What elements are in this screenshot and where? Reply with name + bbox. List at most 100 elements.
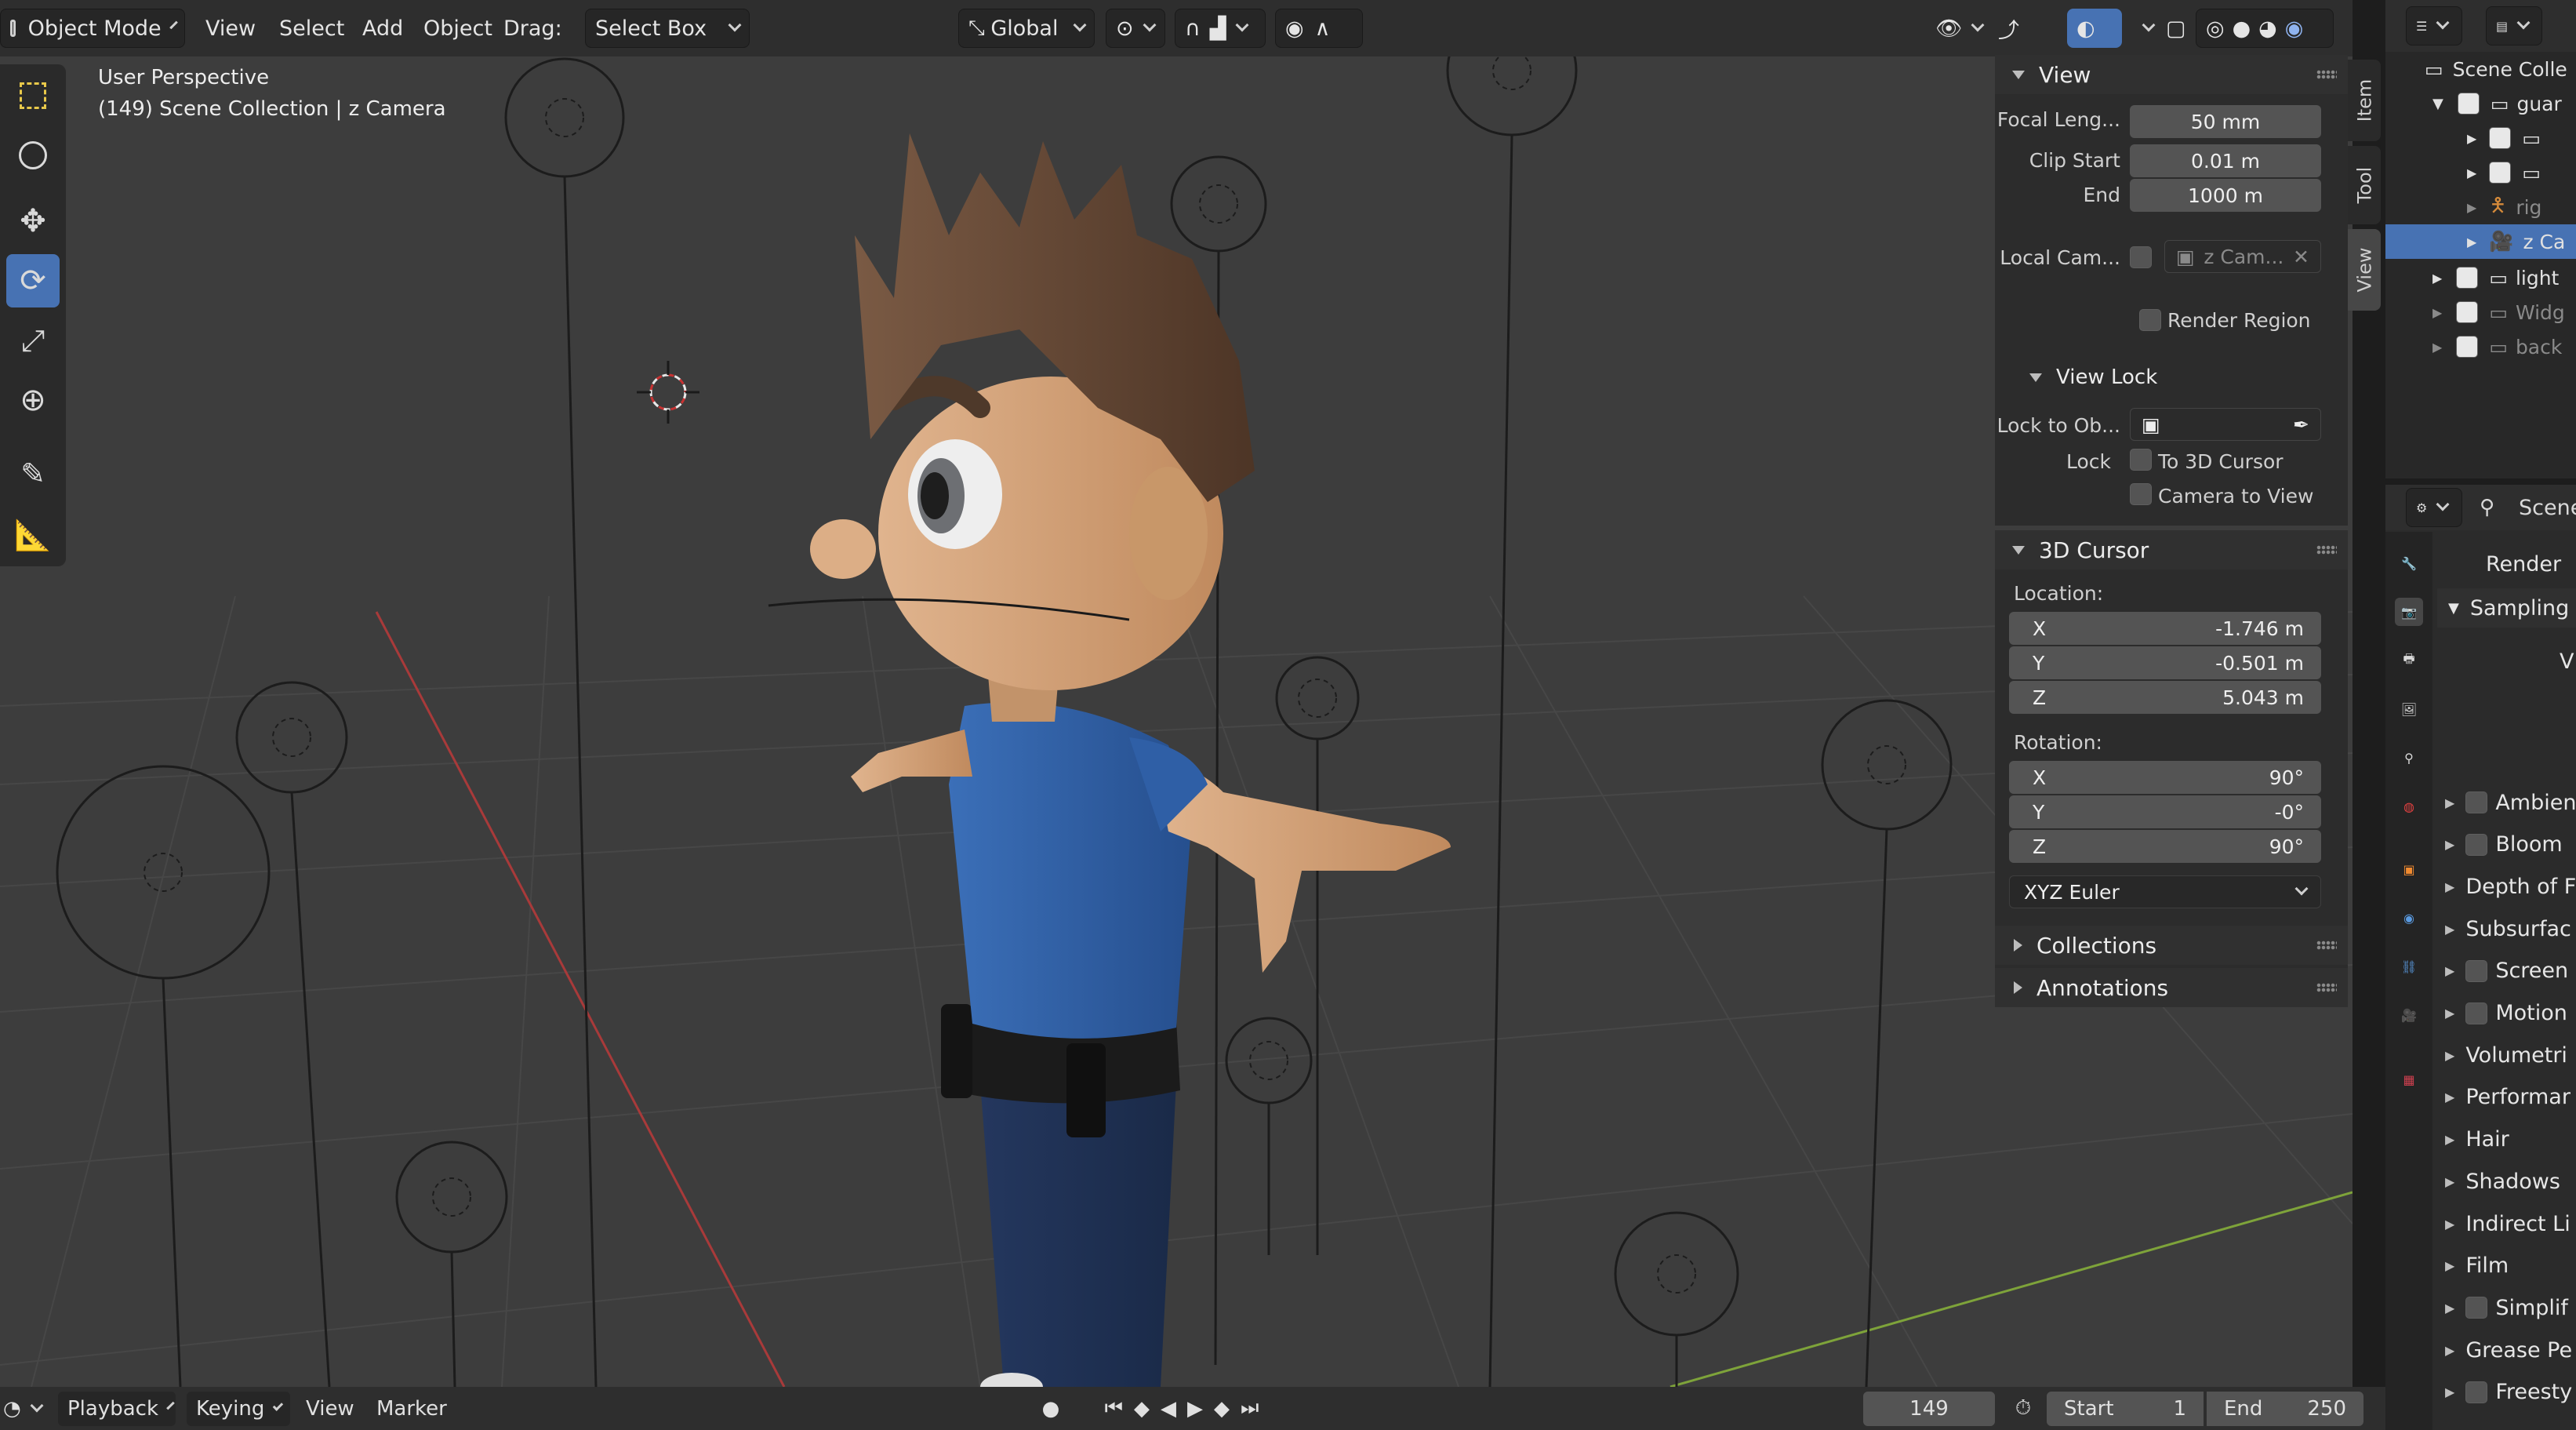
texture-tab[interactable]: ▦ <box>2395 1065 2423 1093</box>
view-lock-header[interactable]: View Lock <box>1995 358 2348 397</box>
local-camera-field[interactable]: ▣ z Cam... ✕ <box>2164 240 2321 273</box>
properties-panel-row[interactable]: ▶ Performar <box>2437 1078 2571 1117</box>
stopwatch-icon[interactable]: ⏱ <box>2007 1392 2039 1426</box>
tab-tool[interactable]: Tool <box>2348 146 2381 224</box>
local-camera-checkbox[interactable] <box>2130 246 2152 268</box>
properties-panel-row[interactable]: ▶ Volumetri <box>2437 1035 2567 1075</box>
rotate-tool[interactable]: ⟳ <box>6 254 60 307</box>
include-checkbox[interactable] <box>2489 127 2512 149</box>
properties-panel-row[interactable]: ▶ Shadows <box>2437 1162 2560 1201</box>
lock-to-3d-cursor-checkbox[interactable] <box>2130 449 2152 471</box>
constraints-tab[interactable]: ⛓ <box>2395 952 2423 981</box>
editor-type-button[interactable]: ☰ <box>2406 6 2462 45</box>
include-checkbox[interactable] <box>2489 162 2512 184</box>
transform-orientation-dropdown[interactable]: ⤡ Global <box>958 9 1095 48</box>
jump-start-icon[interactable]: ⏮ <box>1105 1396 1123 1421</box>
gizmo-button[interactable]: ⤴ <box>1989 9 2029 48</box>
display-mode-button[interactable]: ▤ <box>2486 6 2542 45</box>
drag-handle-icon[interactable] <box>2316 70 2337 79</box>
panel-enable-checkbox[interactable] <box>2465 791 2488 813</box>
outliner-row[interactable]: ▶ 🯅 rig <box>2385 190 2576 224</box>
panel-enable-checkbox[interactable] <box>2465 833 2488 856</box>
outliner-row[interactable]: ▶ ▭ <box>2385 121 2576 155</box>
editor-type-button[interactable]: ◔ <box>3 1392 47 1426</box>
render-tab[interactable]: 📷 <box>2395 598 2423 626</box>
annotate-tool[interactable]: ✎ <box>6 447 60 500</box>
properties-panel-row[interactable]: ▶ Depth of F <box>2437 867 2576 906</box>
physics-tab[interactable]: ◉ <box>2395 904 2423 932</box>
snap-button[interactable]: ∩ ▟ <box>1175 9 1266 48</box>
clear-icon[interactable]: ✕ <box>2293 246 2309 268</box>
clip-start-field[interactable]: 0.01 m <box>2130 144 2321 177</box>
select-box-tool[interactable] <box>6 69 60 122</box>
drag-handle-icon[interactable] <box>2316 545 2337 555</box>
output-tab[interactable]: 🖶 <box>2395 646 2423 675</box>
properties-panel-row[interactable]: ▶ Screen <box>2437 952 2568 991</box>
object-tab[interactable]: ▣ <box>2395 855 2423 883</box>
outliner-row[interactable]: ▼ ▭ guar <box>2385 86 2576 121</box>
prev-keyframe-icon[interactable]: ◆ <box>1134 1397 1150 1421</box>
outliner-row[interactable]: ▶ ▭ <box>2385 155 2576 190</box>
render-region-checkbox[interactable] <box>2139 309 2161 331</box>
menu-object[interactable]: Object <box>414 9 502 48</box>
properties-panel-row[interactable]: ▶ Grease Pe <box>2437 1330 2572 1370</box>
xray-button[interactable]: ▢ <box>2156 9 2196 48</box>
menu-select[interactable]: Select <box>270 9 354 48</box>
menu-view[interactable]: View <box>196 9 265 48</box>
visibility-button[interactable]: 👁 <box>1926 9 1992 48</box>
annotations-header[interactable]: Annotations <box>1995 968 2348 1007</box>
proportional-edit-button[interactable]: ◉ ∧ <box>1275 9 1363 48</box>
scale-tool[interactable]: ⤢ <box>6 314 60 367</box>
tab-view[interactable]: View <box>2348 229 2381 311</box>
solid-shading-icon[interactable]: ● <box>2233 16 2251 41</box>
panel-enable-checkbox[interactable] <box>2465 1381 2488 1403</box>
marker-menu[interactable]: Marker <box>376 1392 447 1426</box>
clip-end-field[interactable]: 1000 m <box>2130 179 2321 212</box>
keying-menu[interactable]: Keying <box>187 1391 290 1426</box>
sampling-panel[interactable]: ▼ Sampling <box>2437 588 2576 628</box>
include-checkbox[interactable] <box>2457 93 2480 115</box>
overlays-button[interactable]: ◐ <box>2067 9 2122 48</box>
timeline-view-menu[interactable]: View <box>306 1392 354 1426</box>
tool-tab[interactable]: 🔧 <box>2395 549 2423 577</box>
drag-handle-icon[interactable] <box>2316 941 2337 950</box>
jump-end-icon[interactable]: ⏭ <box>1241 1396 1259 1421</box>
data-tab[interactable]: 🎥 <box>2395 1001 2423 1029</box>
end-frame-field[interactable]: End 250 <box>2207 1391 2363 1426</box>
tab-item[interactable]: Item <box>2348 60 2381 141</box>
drag-select-dropdown[interactable]: Select Box <box>585 9 750 48</box>
properties-panel-row[interactable]: ▶ Indirect Li <box>2437 1204 2571 1243</box>
render-engine-label[interactable]: Render <box>2486 544 2561 584</box>
view-layer-tab[interactable]: 🖼 <box>2395 695 2423 723</box>
include-checkbox[interactable] <box>2456 301 2479 323</box>
pivot-point-button[interactable]: ⊙ <box>1106 9 1165 48</box>
outliner-row-selected[interactable]: ▶ 🎥 z Ca <box>2385 224 2576 259</box>
editor-type-button[interactable]: ⚙ <box>2406 488 2462 527</box>
collections-header[interactable]: Collections <box>1995 926 2348 965</box>
drag-handle-icon[interactable] <box>2316 983 2337 992</box>
view-section-header[interactable]: View <box>1995 55 2348 94</box>
record-button[interactable]: ● <box>1037 1392 1065 1426</box>
properties-panel-row[interactable]: ▶ Simplif <box>2437 1288 2568 1327</box>
location-z-field[interactable]: Z 5.043 m <box>2009 681 2321 714</box>
move-tool[interactable]: ✥ <box>6 195 60 248</box>
world-tab[interactable]: ◍ <box>2395 792 2423 821</box>
properties-panel-row[interactable]: ▶ Hair <box>2437 1120 2509 1159</box>
cursor-tool[interactable] <box>6 129 60 182</box>
rotation-z-field[interactable]: Z 90° <box>2009 830 2321 863</box>
panel-enable-checkbox[interactable] <box>2465 959 2488 982</box>
current-frame-field[interactable]: 149 <box>1863 1391 1995 1426</box>
properties-panel-row[interactable]: ▶ Motion <box>2437 994 2567 1033</box>
outliner-row-scene-collection[interactable]: ▭ Scene Colle <box>2385 52 2576 86</box>
outliner-row[interactable]: ▶ ▭ light <box>2385 260 2576 295</box>
transform-tool[interactable]: ⊕ <box>6 373 60 427</box>
properties-panel-row[interactable]: ▶ Freesty <box>2437 1373 2572 1412</box>
play-reverse-icon[interactable]: ◀ <box>1161 1397 1176 1421</box>
shading-buttons[interactable]: ◎ ● ◕ ◉ <box>2196 9 2334 48</box>
wireframe-shading-icon[interactable]: ◎ <box>2206 16 2225 41</box>
start-frame-field[interactable]: Start 1 <box>2047 1391 2204 1426</box>
include-checkbox[interactable] <box>2456 267 2479 289</box>
rendered-shading-icon[interactable]: ◉ <box>2285 16 2304 41</box>
include-checkbox[interactable] <box>2456 336 2479 358</box>
measure-tool[interactable]: 📐 <box>6 508 60 562</box>
